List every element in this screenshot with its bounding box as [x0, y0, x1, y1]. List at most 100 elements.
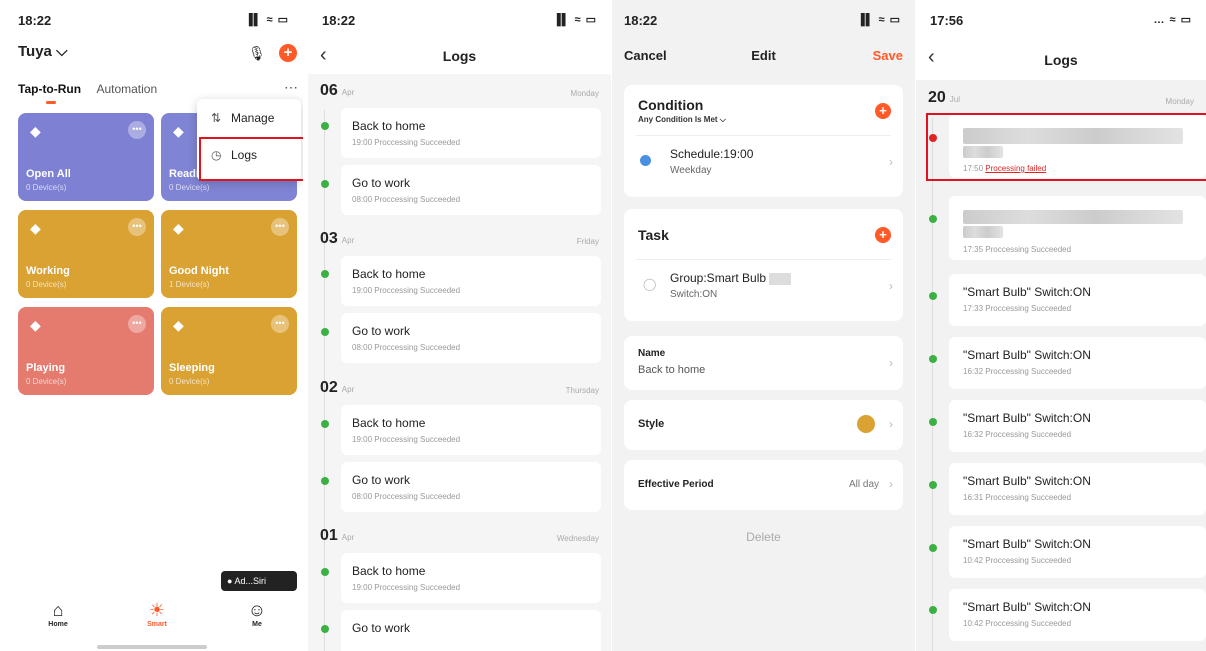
scene-devices: 0 Device(s): [169, 183, 210, 192]
status-icons: … ≈ ▭: [1153, 14, 1192, 26]
log-entry[interactable]: "Smart Bulb" Switch:ON 16:31 Proccessing …: [949, 463, 1206, 515]
card-more-icon[interactable]: •••: [128, 121, 146, 139]
style-label: Style: [638, 418, 665, 430]
home-selector[interactable]: Tuya ⌵: [18, 43, 67, 60]
sun-icon: ☀: [148, 600, 166, 620]
scene-tabs: Tap-to-Run Automation: [18, 82, 169, 96]
scene-devices: 0 Device(s): [26, 280, 67, 289]
nav-smart[interactable]: ☀ Smart: [127, 600, 187, 628]
active-tab-indicator: [46, 101, 56, 104]
log-entry[interactable]: "Smart Bulb" Switch:ON 17:33 Proccessing …: [949, 274, 1206, 326]
status-icons: ▐▌ ≈ ▭: [552, 14, 597, 26]
success-dot: [321, 328, 329, 336]
log-date: 20 Jul: [928, 89, 961, 106]
status-time: 17:56: [930, 13, 964, 28]
card-more-icon[interactable]: •••: [128, 315, 146, 333]
card-more-icon[interactable]: •••: [271, 315, 289, 333]
blurred-text: [963, 226, 1003, 238]
log-entry[interactable]: Go to work 08:00 Proccessing Succeeded: [341, 462, 601, 512]
schedule-title[interactable]: Schedule:19:00: [670, 147, 753, 161]
scene-card-playing[interactable]: ◆ ••• Playing 0 Device(s): [18, 307, 154, 395]
success-dot: [321, 477, 329, 485]
clock-icon: [640, 155, 651, 166]
add-to-siri-button[interactable]: ● Ad...Siri: [221, 571, 297, 591]
log-weekday: Monday: [1165, 97, 1194, 106]
success-dot: [929, 606, 937, 614]
tag-icon: ◆: [30, 123, 41, 139]
scene-card-open-all[interactable]: ◆ ••• Open All 0 Device(s): [18, 113, 154, 201]
condition-card: Condition Any Condition Is Met ⌵ + Sched…: [624, 85, 903, 197]
menu-item-manage[interactable]: ⇅ Manage: [211, 111, 274, 125]
scene-name: Working: [26, 265, 70, 277]
log-entry[interactable]: Back to home 19:00 Proccessing Succeeded: [341, 405, 601, 455]
manage-list-icon: ⇅: [211, 111, 222, 125]
timeline-line: [932, 118, 933, 651]
log-entry[interactable]: Back to home 19:00 Proccessing Succeeded: [341, 553, 601, 603]
save-button[interactable]: Save: [873, 48, 903, 63]
status-bar: 18:22 ▐▌ ≈ ▭: [308, 0, 611, 38]
success-dot: [321, 270, 329, 278]
log-entry[interactable]: "Smart Bulb" Switch:ON 16:32 Proccessing …: [949, 400, 1206, 452]
highlight-box: [199, 137, 303, 181]
status-icons: ▐▌ ≈ ▭: [856, 14, 901, 26]
home-indicator: [96, 645, 207, 649]
log-date: 01 Apr: [320, 527, 355, 544]
page-title: Logs: [1044, 52, 1078, 68]
condition-mode[interactable]: Any Condition Is Met ⌵: [638, 115, 726, 125]
scene-card-good-night[interactable]: ◆ ••• Good Night 1 Device(s): [161, 210, 297, 298]
microphone-icon[interactable]: 🎙: [248, 45, 266, 62]
tag-icon: ◆: [173, 317, 184, 333]
chevron-right-icon: ›: [889, 417, 893, 431]
scene-card-sleeping[interactable]: ◆ ••• Sleeping 0 Device(s): [161, 307, 297, 395]
success-dot: [929, 481, 937, 489]
nav-home[interactable]: ⌂ Home: [28, 600, 88, 628]
effective-period-row[interactable]: Effective Period All day ›: [624, 460, 903, 510]
log-weekday: Thursday: [565, 386, 599, 395]
log-entry[interactable]: Go to work 08:00 Proccessing Succeeded: [341, 313, 601, 363]
log-date: 06 Apr: [320, 82, 355, 99]
status-time: 18:22: [18, 13, 52, 28]
home-icon: ⌂: [52, 600, 64, 620]
add-task-button[interactable]: +: [875, 227, 891, 243]
success-dot: [929, 215, 937, 223]
effective-period-label: Effective Period: [638, 479, 714, 490]
name-value: Back to home: [638, 364, 706, 376]
task-device[interactable]: Group:Smart Bulb: [670, 271, 792, 285]
style-row[interactable]: Style ›: [624, 400, 903, 450]
log-entry[interactable]: Go to work 08:00 Proccessing Succeeded: [341, 165, 601, 215]
bottom-navigation: ⌂ Home ☀ Smart ☺ Me: [0, 600, 303, 651]
status-icons: ▐▌ ≈ ▭: [244, 14, 289, 26]
nav-me[interactable]: ☺ Me: [227, 600, 287, 628]
add-condition-button[interactable]: +: [875, 103, 891, 119]
tag-icon: ◆: [30, 220, 41, 236]
success-dot: [321, 420, 329, 428]
edit-header: Cancel Edit Save: [612, 38, 915, 70]
chevron-right-icon: ›: [889, 155, 893, 169]
card-more-icon[interactable]: •••: [271, 218, 289, 236]
log-entry[interactable]: Back to home 19:00 Proccessing Succeeded: [341, 108, 601, 158]
log-date: 03 Apr: [320, 230, 355, 247]
log-entry[interactable]: "Smart Bulb" Switch:ON 16:32 Proccessing …: [949, 337, 1206, 389]
tag-icon: ◆: [30, 317, 41, 333]
log-entry[interactable]: Go to work: [341, 610, 601, 651]
log-entry[interactable]: Back to home 19:00 Proccessing Succeeded: [341, 256, 601, 306]
name-row[interactable]: Name Back to home ›: [624, 336, 903, 390]
chevron-right-icon: ›: [889, 477, 893, 491]
log-entry[interactable]: "Smart Bulb" Switch:ON 10:42 Proccessing …: [949, 589, 1206, 641]
log-entry[interactable]: "Smart Bulb" Switch:ON 10:42 Proccessing …: [949, 526, 1206, 578]
bulb-icon: ◯: [643, 277, 657, 291]
tab-tap-to-run[interactable]: Tap-to-Run: [18, 82, 81, 96]
scene-name: Open All: [26, 168, 71, 180]
status-bar: 18:22 ▐▌ ≈ ▭: [612, 0, 915, 38]
scene-card-working[interactable]: ◆ ••• Working 0 Device(s): [18, 210, 154, 298]
delete-button[interactable]: Delete: [612, 530, 915, 544]
card-more-icon[interactable]: •••: [128, 218, 146, 236]
tag-icon: ◆: [173, 123, 184, 139]
effective-period-value: All day: [848, 479, 879, 490]
add-scene-button[interactable]: +: [279, 44, 297, 62]
logs-header: ‹ Logs: [308, 38, 611, 74]
logs-panel: 18:22 ▐▌ ≈ ▭ ‹ Logs 06 Apr Monday Back to…: [308, 0, 611, 651]
log-entry[interactable]: 17:35 Proccessing Succeeded: [949, 196, 1206, 260]
more-options-icon[interactable]: ⋯: [284, 79, 298, 96]
tab-automation[interactable]: Automation: [96, 82, 157, 96]
